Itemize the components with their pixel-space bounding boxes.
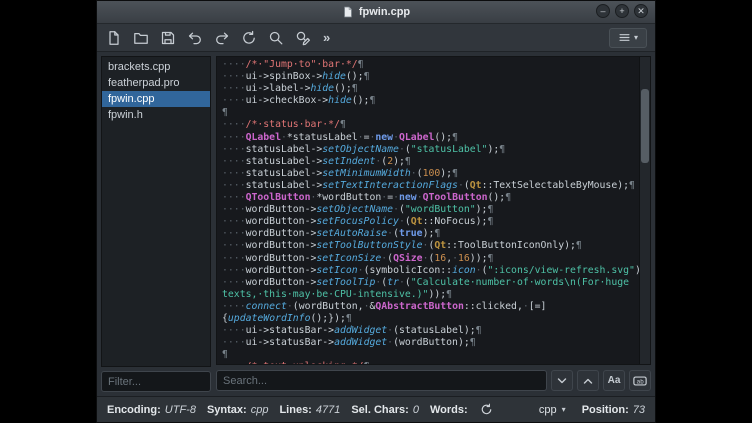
code-line[interactable]: texts,·this·may·be·CPU-intensive.)"));¶ <box>222 289 638 301</box>
statusbar-items: Encoding:UTF-8 Syntax:cpp Lines:4771 Sel. C… <box>107 404 468 416</box>
search-icon[interactable] <box>267 29 285 47</box>
syntax-combobox[interactable]: cpp ▾ <box>539 404 566 416</box>
chevron-up-icon <box>582 375 594 387</box>
menu-button[interactable]: ▾ <box>609 28 647 48</box>
toolbar-overflow-button[interactable]: » <box>321 30 332 45</box>
code-line[interactable]: ····statusLabel->setMinimumWidth·(100);¶ <box>222 168 638 180</box>
code-line[interactable]: ····wordButton->setAutoRaise·(true);¶ <box>222 228 638 240</box>
search-previous-button[interactable] <box>577 370 599 391</box>
search-next-button[interactable] <box>551 370 573 391</box>
code-line[interactable]: ····statusLabel->setObjectName·("statusL… <box>222 144 638 156</box>
toolbar: » ▾ <box>97 24 655 52</box>
window-controls: – + ✕ <box>596 4 648 18</box>
code-line[interactable]: ¶ <box>222 107 638 119</box>
redo-icon[interactable] <box>213 29 231 47</box>
statusbar-right: cpp ▾ Position: 73 <box>539 404 645 416</box>
code-line[interactable]: ····wordButton->setIcon·(symbolicIcon::i… <box>222 265 638 277</box>
menu-icon <box>618 31 631 44</box>
window-title-group: fpwin.cpp <box>342 6 410 18</box>
code-line[interactable]: ····ui->label->hide();¶ <box>222 83 638 95</box>
file-item-fpwin.cpp[interactable]: fpwin.cpp <box>102 91 210 107</box>
syntax-combobox-value: cpp <box>539 404 557 416</box>
close-button[interactable]: ✕ <box>634 4 648 18</box>
search-input[interactable] <box>216 370 547 391</box>
file-item-brackets.cpp[interactable]: brackets.cpp <box>102 59 210 75</box>
position-label: Position: <box>582 404 629 416</box>
code-line[interactable]: ····ui->statusBar->addWidget·(statusLabe… <box>222 325 638 337</box>
chevron-down-icon: ▾ <box>634 34 638 42</box>
code-panel[interactable]: ····/*·"Jump·to"·bar·*/¶····ui->spinBox-… <box>216 56 651 365</box>
code-line[interactable]: ····QToolButton·*wordButton·=·new·QToolB… <box>222 192 638 204</box>
file-item-fpwin.h[interactable]: fpwin.h <box>102 107 210 123</box>
file-item-featherpad.pro[interactable]: featherpad.pro <box>102 75 210 91</box>
chevron-down-icon <box>556 375 568 387</box>
status-selchars: Sel. Chars:0 <box>351 404 419 416</box>
code-area: ····/*·"Jump·to"·bar·*/¶····ui->spinBox-… <box>222 59 638 365</box>
code-line[interactable]: ····ui->spinBox->hide();¶ <box>222 71 638 83</box>
code-line[interactable]: ····statusLabel->setIndent·(2);¶ <box>222 156 638 168</box>
vertical-scrollbar[interactable] <box>639 57 650 364</box>
editor: ····/*·"Jump·to"·bar·*/¶····ui->spinBox-… <box>216 56 651 392</box>
match-case-icon: Aa <box>608 375 621 386</box>
code-line[interactable]: ····/*·"Jump·to"·bar·*/¶ <box>222 59 638 71</box>
code-line[interactable]: ····ui->checkBox->hide();¶ <box>222 95 638 107</box>
whole-word-button[interactable]: ab <box>629 370 651 391</box>
code-line[interactable]: {updateWordInfo();});¶ <box>222 313 638 325</box>
code-line[interactable]: ····/*·text·unlocking·*/¶ <box>222 361 638 365</box>
code-line[interactable]: ····wordButton->setToolTip·(tr·("Calcula… <box>222 277 638 289</box>
code-line[interactable]: ····ui->statusBar->addWidget·(wordButton… <box>222 337 638 349</box>
sidebar: brackets.cppfeatherpad.profpwin.cppfpwin… <box>101 56 211 392</box>
position-value: 73 <box>633 404 645 416</box>
new-file-icon[interactable] <box>105 29 123 47</box>
status-encoding: Encoding:UTF-8 <box>107 404 196 416</box>
cursor-position: Position: 73 <box>582 404 645 416</box>
chevron-down-icon: ▾ <box>562 406 566 414</box>
code-line[interactable]: ····wordButton->setFocusPolicy·(Qt::NoFo… <box>222 216 638 228</box>
status-words: Words: <box>430 404 468 416</box>
status-syntax: Syntax:cpp <box>207 404 269 416</box>
code-line[interactable]: ····wordButton->setObjectName·("wordButt… <box>222 204 638 216</box>
file-list: brackets.cppfeatherpad.profpwin.cppfpwin… <box>101 56 211 367</box>
save-file-icon[interactable] <box>159 29 177 47</box>
svg-text:ab: ab <box>637 378 645 385</box>
status-lines: Lines:4771 <box>279 404 340 416</box>
code-line[interactable]: ····/*·status·bar·*/¶ <box>222 119 638 131</box>
filter-input[interactable] <box>101 371 211 392</box>
minimize-button[interactable]: – <box>596 4 610 18</box>
match-case-button[interactable]: Aa <box>603 370 625 391</box>
code-line[interactable]: ····wordButton->setToolButtonStyle·(Qt::… <box>222 240 638 252</box>
code-line[interactable]: ¶ <box>222 349 638 361</box>
window-title: fpwin.cpp <box>359 6 410 18</box>
code-line[interactable]: ····connect·(wordButton,·&QAbstractButto… <box>222 301 638 313</box>
word-count-refresh-button[interactable] <box>479 402 495 418</box>
main-area: brackets.cppfeatherpad.profpwin.cppfpwin… <box>97 52 655 396</box>
featherpad-window: fpwin.cpp – + ✕ » <box>96 0 656 423</box>
code-line[interactable]: ····wordButton->setIconSize·(QSize·(16,·… <box>222 253 638 265</box>
reload-icon[interactable] <box>240 29 258 47</box>
find-replace-icon[interactable] <box>294 29 312 47</box>
open-file-icon[interactable] <box>132 29 150 47</box>
maximize-button[interactable]: + <box>615 4 629 18</box>
scrollbar-handle[interactable] <box>641 89 649 163</box>
search-bar: Aa ab <box>216 369 651 392</box>
refresh-icon <box>480 403 493 416</box>
document-icon <box>342 6 354 18</box>
code-line[interactable]: ····statusLabel->setTextInteractionFlags… <box>222 180 638 192</box>
statusbar: Encoding:UTF-8 Syntax:cpp Lines:4771 Sel. C… <box>97 396 655 422</box>
titlebar[interactable]: fpwin.cpp – + ✕ <box>97 1 655 24</box>
code-line[interactable]: ····QLabel·*statusLabel·=·new·QLabel();¶ <box>222 132 638 144</box>
undo-icon[interactable] <box>186 29 204 47</box>
whole-word-icon: ab <box>633 375 647 387</box>
